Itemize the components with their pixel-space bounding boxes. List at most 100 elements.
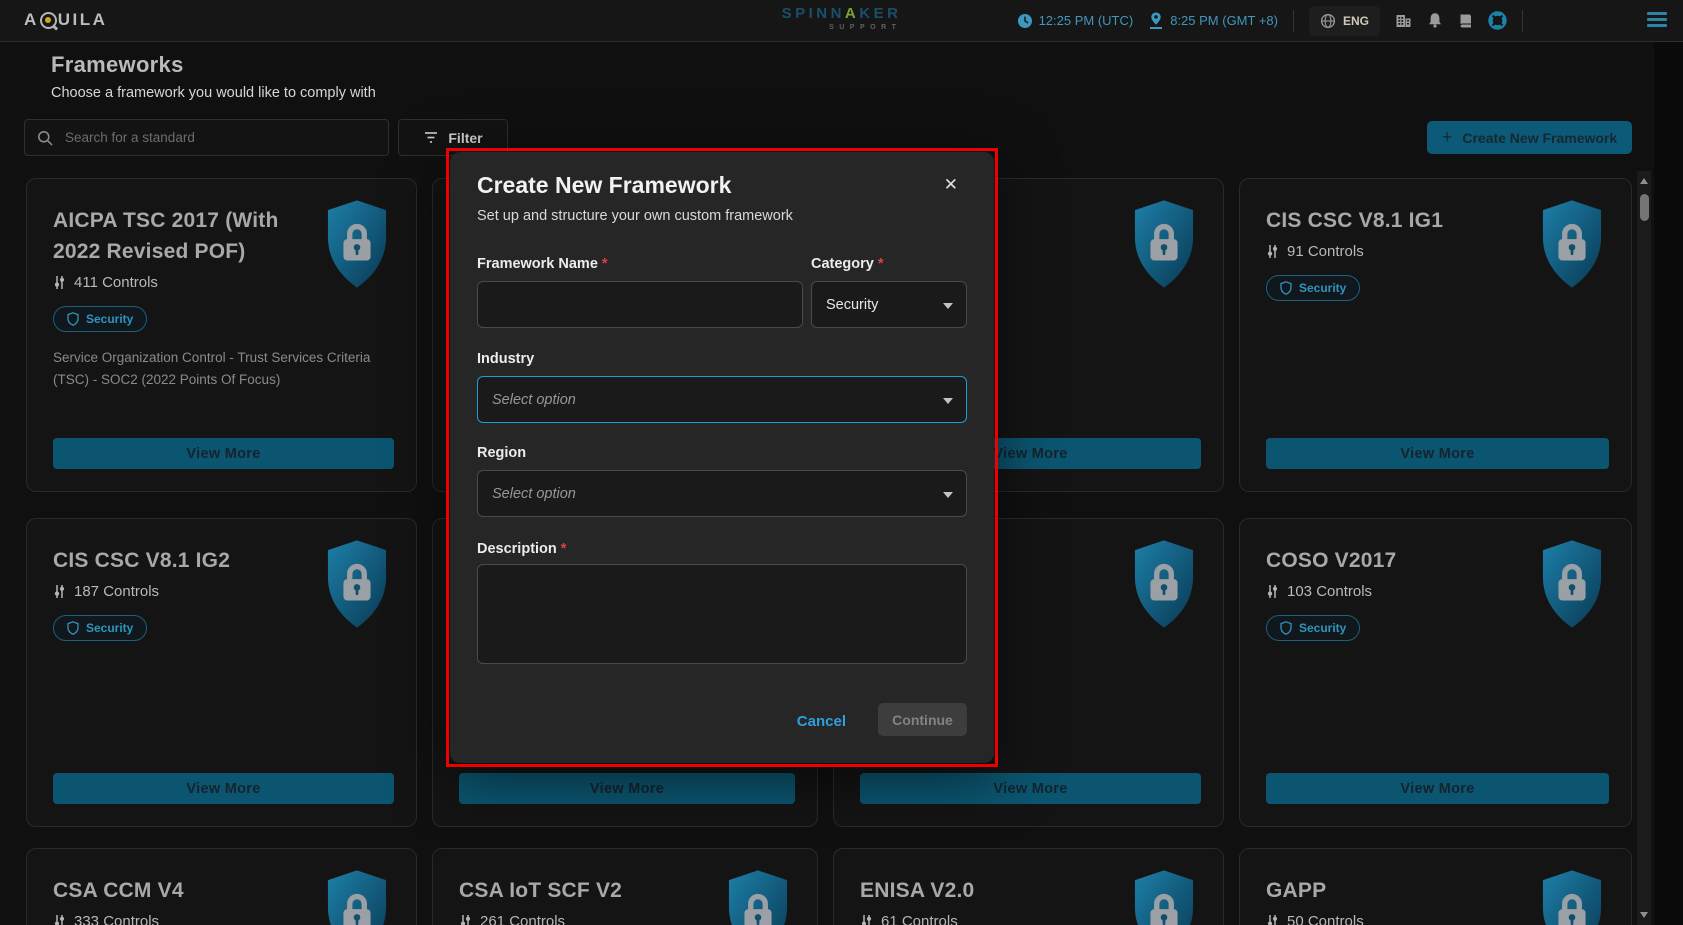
plus-icon: + <box>1442 127 1453 148</box>
framework-card-enisa: ENISA V2.0 61 Controls <box>833 848 1224 925</box>
shield-outline-icon <box>1280 281 1292 295</box>
controls-icon <box>53 584 66 599</box>
controls-icon <box>53 914 66 925</box>
shield-lock-icon <box>326 539 388 629</box>
category-badge: Security <box>53 306 147 332</box>
continue-button[interactable]: Continue <box>878 703 967 736</box>
close-icon[interactable]: ✕ <box>938 174 964 196</box>
framework-card-gapp: GAPP 50 Controls <box>1239 848 1632 925</box>
industry-label: Industry <box>477 351 534 367</box>
required-asterisk: * <box>561 541 567 557</box>
framework-name-label: Framework Name* <box>477 256 608 272</box>
view-more-button[interactable]: View More <box>1266 438 1609 469</box>
spinnaker-logo: SPINNAKER SUPPORT <box>782 6 902 31</box>
search-icon <box>37 130 53 146</box>
framework-card-cis-ig1: CIS CSC V8.1 IG1 91 Controls Security Vi… <box>1239 178 1632 492</box>
language-label: ENG <box>1343 14 1369 28</box>
aquila-logo[interactable]: AUILA <box>24 10 107 30</box>
notifications-button[interactable] <box>1427 12 1443 29</box>
chevron-down-icon <box>943 492 953 498</box>
view-more-button[interactable]: View More <box>53 773 394 804</box>
shield-outline-icon <box>67 312 79 326</box>
framework-card-coso: COSO V2017 103 Controls Security View Mo… <box>1239 518 1632 827</box>
scrollbar-thumb[interactable] <box>1640 194 1649 221</box>
filter-button[interactable]: Filter <box>398 119 508 156</box>
scroll-up-arrow-icon[interactable] <box>1640 178 1648 184</box>
controls-icon <box>53 275 66 290</box>
framework-name-input[interactable] <box>477 281 803 328</box>
category-select[interactable]: Security <box>811 281 967 328</box>
controls-icon <box>1266 914 1279 925</box>
docs-button[interactable] <box>1458 13 1473 29</box>
dialog-subtitle: Set up and structure your own custom fra… <box>477 208 793 224</box>
view-more-button[interactable]: View More <box>860 773 1201 804</box>
controls-icon <box>1266 244 1279 259</box>
shield-lock-icon <box>1133 199 1195 289</box>
chevron-down-icon <box>943 398 953 404</box>
create-new-framework-button[interactable]: + Create New Framework <box>1427 121 1632 154</box>
bell-icon <box>1427 12 1443 29</box>
logo-text-a: A <box>24 10 39 30</box>
description-label: Description* <box>477 541 566 557</box>
globe-icon <box>1320 13 1336 29</box>
location-pin-icon <box>1148 12 1164 29</box>
menu-icon[interactable] <box>1647 12 1667 27</box>
logo-q-icon <box>40 12 57 29</box>
cancel-button[interactable]: Cancel <box>791 712 852 731</box>
dialog-title: Create New Framework <box>477 172 731 199</box>
organization-button[interactable] <box>1395 13 1412 29</box>
shield-lock-icon <box>1133 869 1195 925</box>
category-label: Category* <box>811 256 884 272</box>
required-asterisk: * <box>602 256 608 272</box>
navbar-divider <box>1522 10 1523 32</box>
view-more-button[interactable]: View More <box>53 438 394 469</box>
category-badge: Security <box>53 615 147 641</box>
region-select[interactable]: Select option <box>477 470 967 517</box>
local-time: 8:25 PM (GMT +8) <box>1148 12 1278 29</box>
required-asterisk: * <box>878 256 884 272</box>
framework-card-csa-ccm: CSA CCM V4 333 Controls <box>26 848 417 925</box>
right-gutter <box>1654 41 1683 925</box>
shield-lock-icon <box>326 199 388 289</box>
filter-icon <box>423 131 439 144</box>
book-icon <box>1458 13 1473 29</box>
page-header: Frameworks Choose a framework you would … <box>51 52 376 101</box>
region-label: Region <box>477 445 526 461</box>
framework-card-cis-ig2: CIS CSC V8.1 IG2 187 Controls Security V… <box>26 518 417 827</box>
clock-icon <box>1017 13 1033 29</box>
scroll-down-arrow-icon[interactable] <box>1640 912 1648 918</box>
view-more-button[interactable]: View More <box>1266 773 1609 804</box>
language-selector[interactable]: ENG <box>1309 6 1380 36</box>
framework-card-aicpa: AICPA TSC 2017 (With 2022 Revised POF) 4… <box>26 178 417 492</box>
shield-lock-icon <box>1133 539 1195 629</box>
chevron-down-icon <box>943 303 953 309</box>
page-subtitle: Choose a framework you would like to com… <box>51 85 376 101</box>
industry-select[interactable]: Select option <box>477 376 967 423</box>
controls-icon <box>1266 584 1279 599</box>
navbar-divider <box>1293 10 1294 32</box>
controls-icon <box>860 914 873 925</box>
category-badge: Security <box>1266 615 1360 641</box>
support-button[interactable] <box>1488 11 1507 30</box>
support-ring-icon <box>1488 11 1507 30</box>
navbar-right-cluster: 12:25 PM (UTC) 8:25 PM (GMT +8) ENG <box>1017 0 1523 41</box>
shield-outline-icon <box>1280 621 1292 635</box>
top-navbar: AUILA SPINNAKER SUPPORT 12:25 PM (UTC) 8… <box>0 0 1683 42</box>
controls-icon <box>459 914 472 925</box>
page-title: Frameworks <box>51 52 376 78</box>
view-more-button[interactable]: View More <box>459 773 795 804</box>
shield-outline-icon <box>67 621 79 635</box>
category-badge: Security <box>1266 275 1360 301</box>
framework-card-csa-iot: CSA IoT SCF V2 261 Controls <box>432 848 818 925</box>
scrollbar[interactable] <box>1637 171 1651 925</box>
search-box <box>24 119 389 156</box>
shield-lock-icon <box>1541 869 1603 925</box>
shield-lock-icon <box>1541 199 1603 289</box>
utc-time: 12:25 PM (UTC) <box>1017 13 1134 29</box>
create-framework-dialog: Create New Framework ✕ Set up and struct… <box>450 152 994 763</box>
search-input[interactable] <box>63 129 376 146</box>
description-textarea[interactable] <box>477 564 967 664</box>
shield-lock-icon <box>1541 539 1603 629</box>
shield-lock-icon <box>727 869 789 925</box>
shield-lock-icon <box>326 869 388 925</box>
